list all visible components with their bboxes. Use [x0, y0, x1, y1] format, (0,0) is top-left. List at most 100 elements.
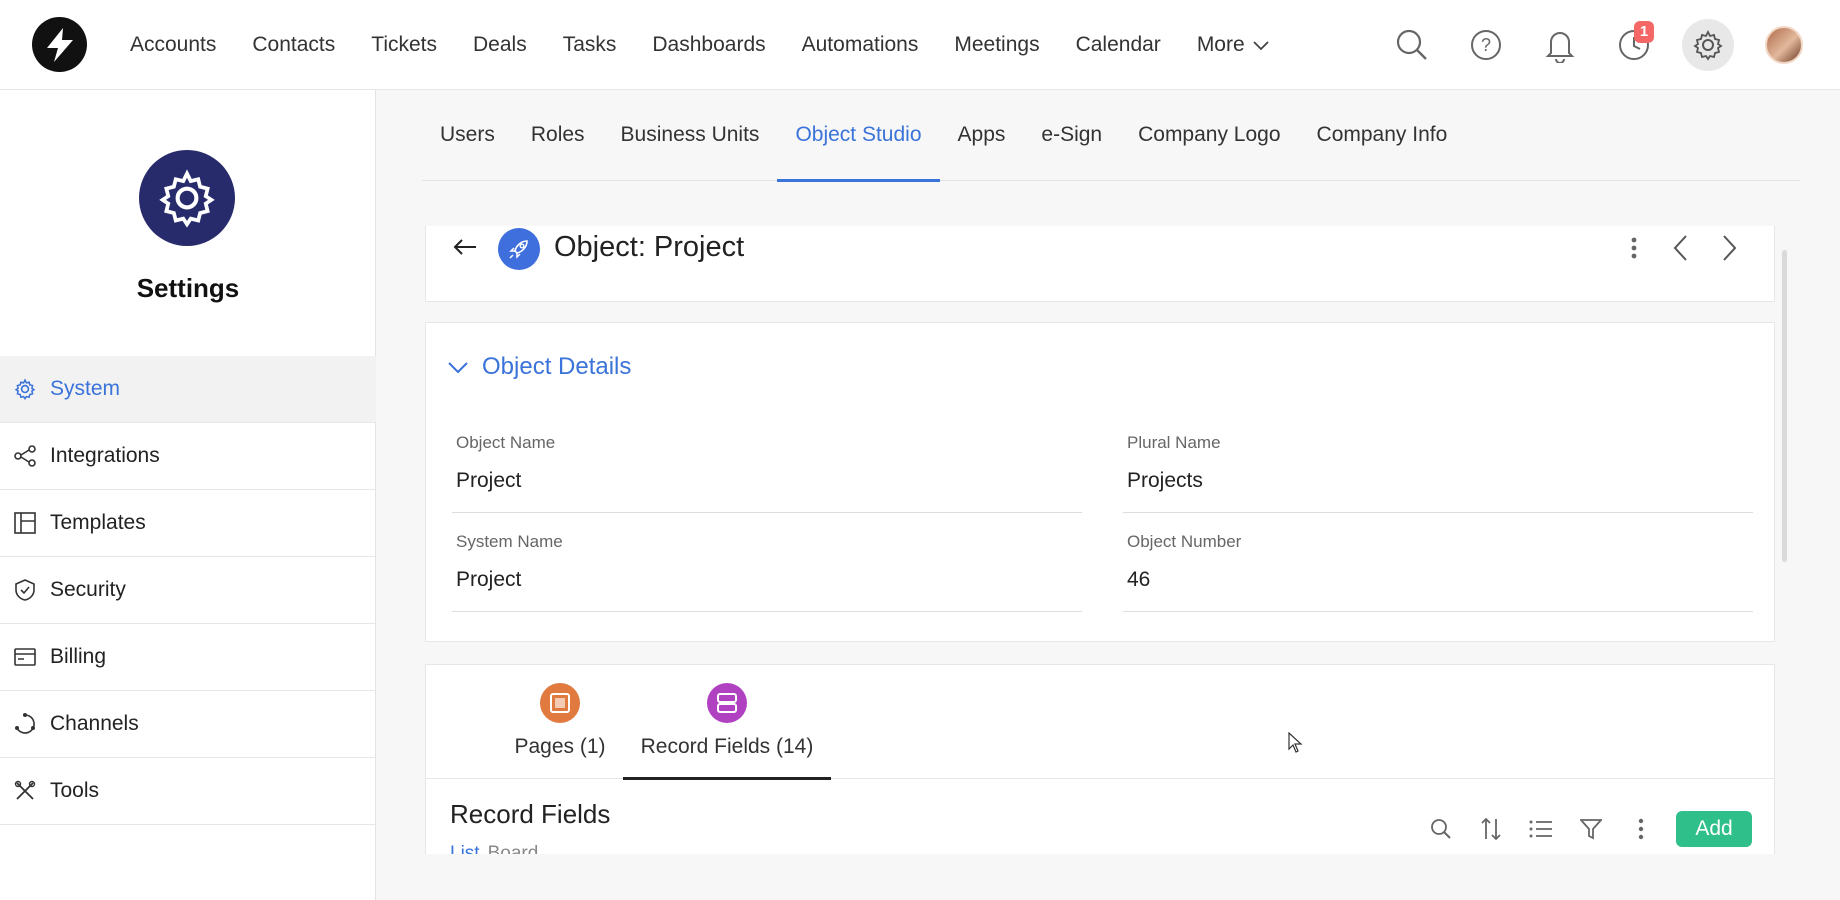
- chevron-right-icon[interactable]: [1722, 234, 1738, 267]
- object-name-field[interactable]: Object Name Project: [452, 413, 1082, 513]
- content-scrollbar[interactable]: [1782, 250, 1787, 562]
- sidebar-item-billing[interactable]: Billing: [0, 624, 376, 691]
- object-sub-tabs: Pages (1) Record Fields (14): [426, 665, 1774, 780]
- sidebar-item-templates[interactable]: Templates: [0, 490, 376, 557]
- sidebar-item-label: System: [50, 377, 121, 400]
- nav-dashboards[interactable]: Dashboards: [652, 33, 765, 57]
- record-fields-icon: [707, 683, 747, 723]
- nav-more[interactable]: More: [1197, 33, 1269, 57]
- tab-label: Record Fields (14): [640, 735, 814, 758]
- sidebar-item-label: Integrations: [50, 444, 160, 467]
- field-value: Projects: [1127, 469, 1203, 492]
- settings-tabs: Users Roles Business Units Object Studio…: [422, 90, 1800, 182]
- tools-icon: [14, 780, 36, 802]
- sidebar-item-security[interactable]: Security: [0, 557, 376, 624]
- rocket-icon: [498, 228, 540, 270]
- sidebar-item-label: Billing: [50, 645, 107, 668]
- sidebar-item-tools[interactable]: Tools: [0, 758, 376, 825]
- sort-icon[interactable]: [1466, 811, 1516, 847]
- tab-pages[interactable]: Pages (1): [480, 665, 640, 779]
- help-icon[interactable]: ?: [1464, 23, 1508, 67]
- sidebar-item-label: Tools: [50, 779, 100, 802]
- sidebar-item-channels[interactable]: Channels: [0, 691, 376, 758]
- sidebar-item-system[interactable]: System: [0, 356, 376, 423]
- tab-object-studio[interactable]: Object Studio: [777, 90, 940, 182]
- layout-icon: [14, 512, 36, 534]
- tab-e-sign[interactable]: e-Sign: [1023, 90, 1120, 181]
- more-vertical-icon[interactable]: [1616, 811, 1666, 847]
- nav-tickets[interactable]: Tickets: [371, 33, 437, 57]
- header-actions: [1630, 234, 1738, 267]
- plural-name-field[interactable]: Plural Name Projects: [1123, 413, 1753, 513]
- board-view-link[interactable]: Board: [488, 843, 539, 854]
- reminder-badge: 1: [1634, 21, 1654, 43]
- gear-icon: [14, 378, 36, 400]
- settings-gear-icon[interactable]: [1682, 19, 1734, 71]
- page-title: Object: Project: [554, 231, 745, 263]
- back-arrow-icon[interactable]: [452, 234, 478, 265]
- nav-contacts[interactable]: Contacts: [252, 33, 335, 57]
- list-icon[interactable]: [1516, 811, 1566, 847]
- main-nav: Accounts Contacts Tickets Deals Tasks Da…: [112, 0, 1287, 90]
- sidebar-item-integrations[interactable]: Integrations: [0, 423, 376, 490]
- chevron-down-icon: [448, 353, 468, 381]
- mouse-cursor-icon: [1288, 731, 1304, 759]
- search-icon[interactable]: [1416, 811, 1466, 847]
- tab-record-fields[interactable]: Record Fields (14): [623, 665, 831, 780]
- more-vertical-icon[interactable]: [1630, 236, 1638, 265]
- tab-business-units[interactable]: Business Units: [603, 90, 778, 181]
- app-logo-icon[interactable]: [32, 17, 87, 72]
- nav-calendar[interactable]: Calendar: [1076, 33, 1161, 57]
- nav-automations[interactable]: Automations: [802, 33, 919, 57]
- settings-sidebar: Settings System Integrations Templates S…: [0, 90, 376, 900]
- sidebar-title: Settings: [136, 273, 240, 303]
- section-heading: Object Details: [482, 353, 632, 380]
- channels-icon: [14, 713, 36, 735]
- share-icon: [14, 445, 36, 467]
- record-fields-card: Pages (1) Record Fields (14) Record Fiel…: [425, 664, 1775, 854]
- section-title: Record Fields: [450, 799, 611, 829]
- pages-icon: [540, 683, 580, 723]
- nav-meetings[interactable]: Meetings: [954, 33, 1039, 57]
- filter-icon[interactable]: [1566, 811, 1616, 847]
- tab-apps[interactable]: Apps: [940, 90, 1024, 181]
- field-label: Plural Name: [1127, 433, 1221, 452]
- object-details-toggle[interactable]: Object Details: [448, 353, 631, 381]
- object-number-field[interactable]: Object Number 46: [1123, 512, 1753, 612]
- top-bar: Accounts Contacts Tickets Deals Tasks Da…: [0, 0, 1840, 90]
- nav-more-label: More: [1196, 33, 1245, 56]
- sidebar-item-label: Security: [50, 578, 126, 601]
- record-fields-toolbar: Add: [1416, 811, 1752, 847]
- shield-icon: [14, 579, 36, 601]
- card-icon: [14, 646, 36, 668]
- system-name-field[interactable]: System Name Project: [452, 512, 1082, 612]
- field-label: Object Number: [1127, 532, 1242, 551]
- bell-icon[interactable]: [1538, 23, 1582, 67]
- user-avatar[interactable]: [1762, 23, 1806, 67]
- list-view-link[interactable]: List: [450, 843, 480, 854]
- sidebar-item-label: Channels: [50, 712, 139, 735]
- view-switch: List Board: [450, 843, 538, 854]
- search-icon[interactable]: [1390, 23, 1434, 67]
- field-value: 46: [1127, 568, 1151, 591]
- field-value: Project: [456, 469, 522, 492]
- sidebar-list: System Integrations Templates Security B…: [0, 356, 376, 825]
- reminder-clock-icon[interactable]: 1: [1612, 21, 1656, 67]
- chevron-left-icon[interactable]: [1672, 234, 1688, 267]
- nav-deals[interactable]: Deals: [473, 33, 527, 57]
- tab-company-info[interactable]: Company Info: [1299, 90, 1466, 181]
- field-label: System Name: [456, 532, 563, 551]
- sidebar-item-label: Templates: [50, 511, 146, 534]
- add-field-button[interactable]: Add: [1676, 811, 1752, 847]
- chevron-down-icon: [1253, 33, 1269, 57]
- nav-tasks[interactable]: Tasks: [563, 33, 617, 57]
- field-label: Object Name: [456, 433, 556, 452]
- field-value: Project: [456, 568, 522, 591]
- tab-label: Pages (1): [514, 735, 606, 758]
- settings-gear-icon-large: [139, 150, 235, 246]
- tab-users[interactable]: Users: [422, 90, 513, 181]
- nav-accounts[interactable]: Accounts: [130, 33, 216, 57]
- svg-text:?: ?: [1481, 35, 1491, 55]
- tab-roles[interactable]: Roles: [513, 90, 603, 181]
- tab-company-logo[interactable]: Company Logo: [1120, 90, 1298, 181]
